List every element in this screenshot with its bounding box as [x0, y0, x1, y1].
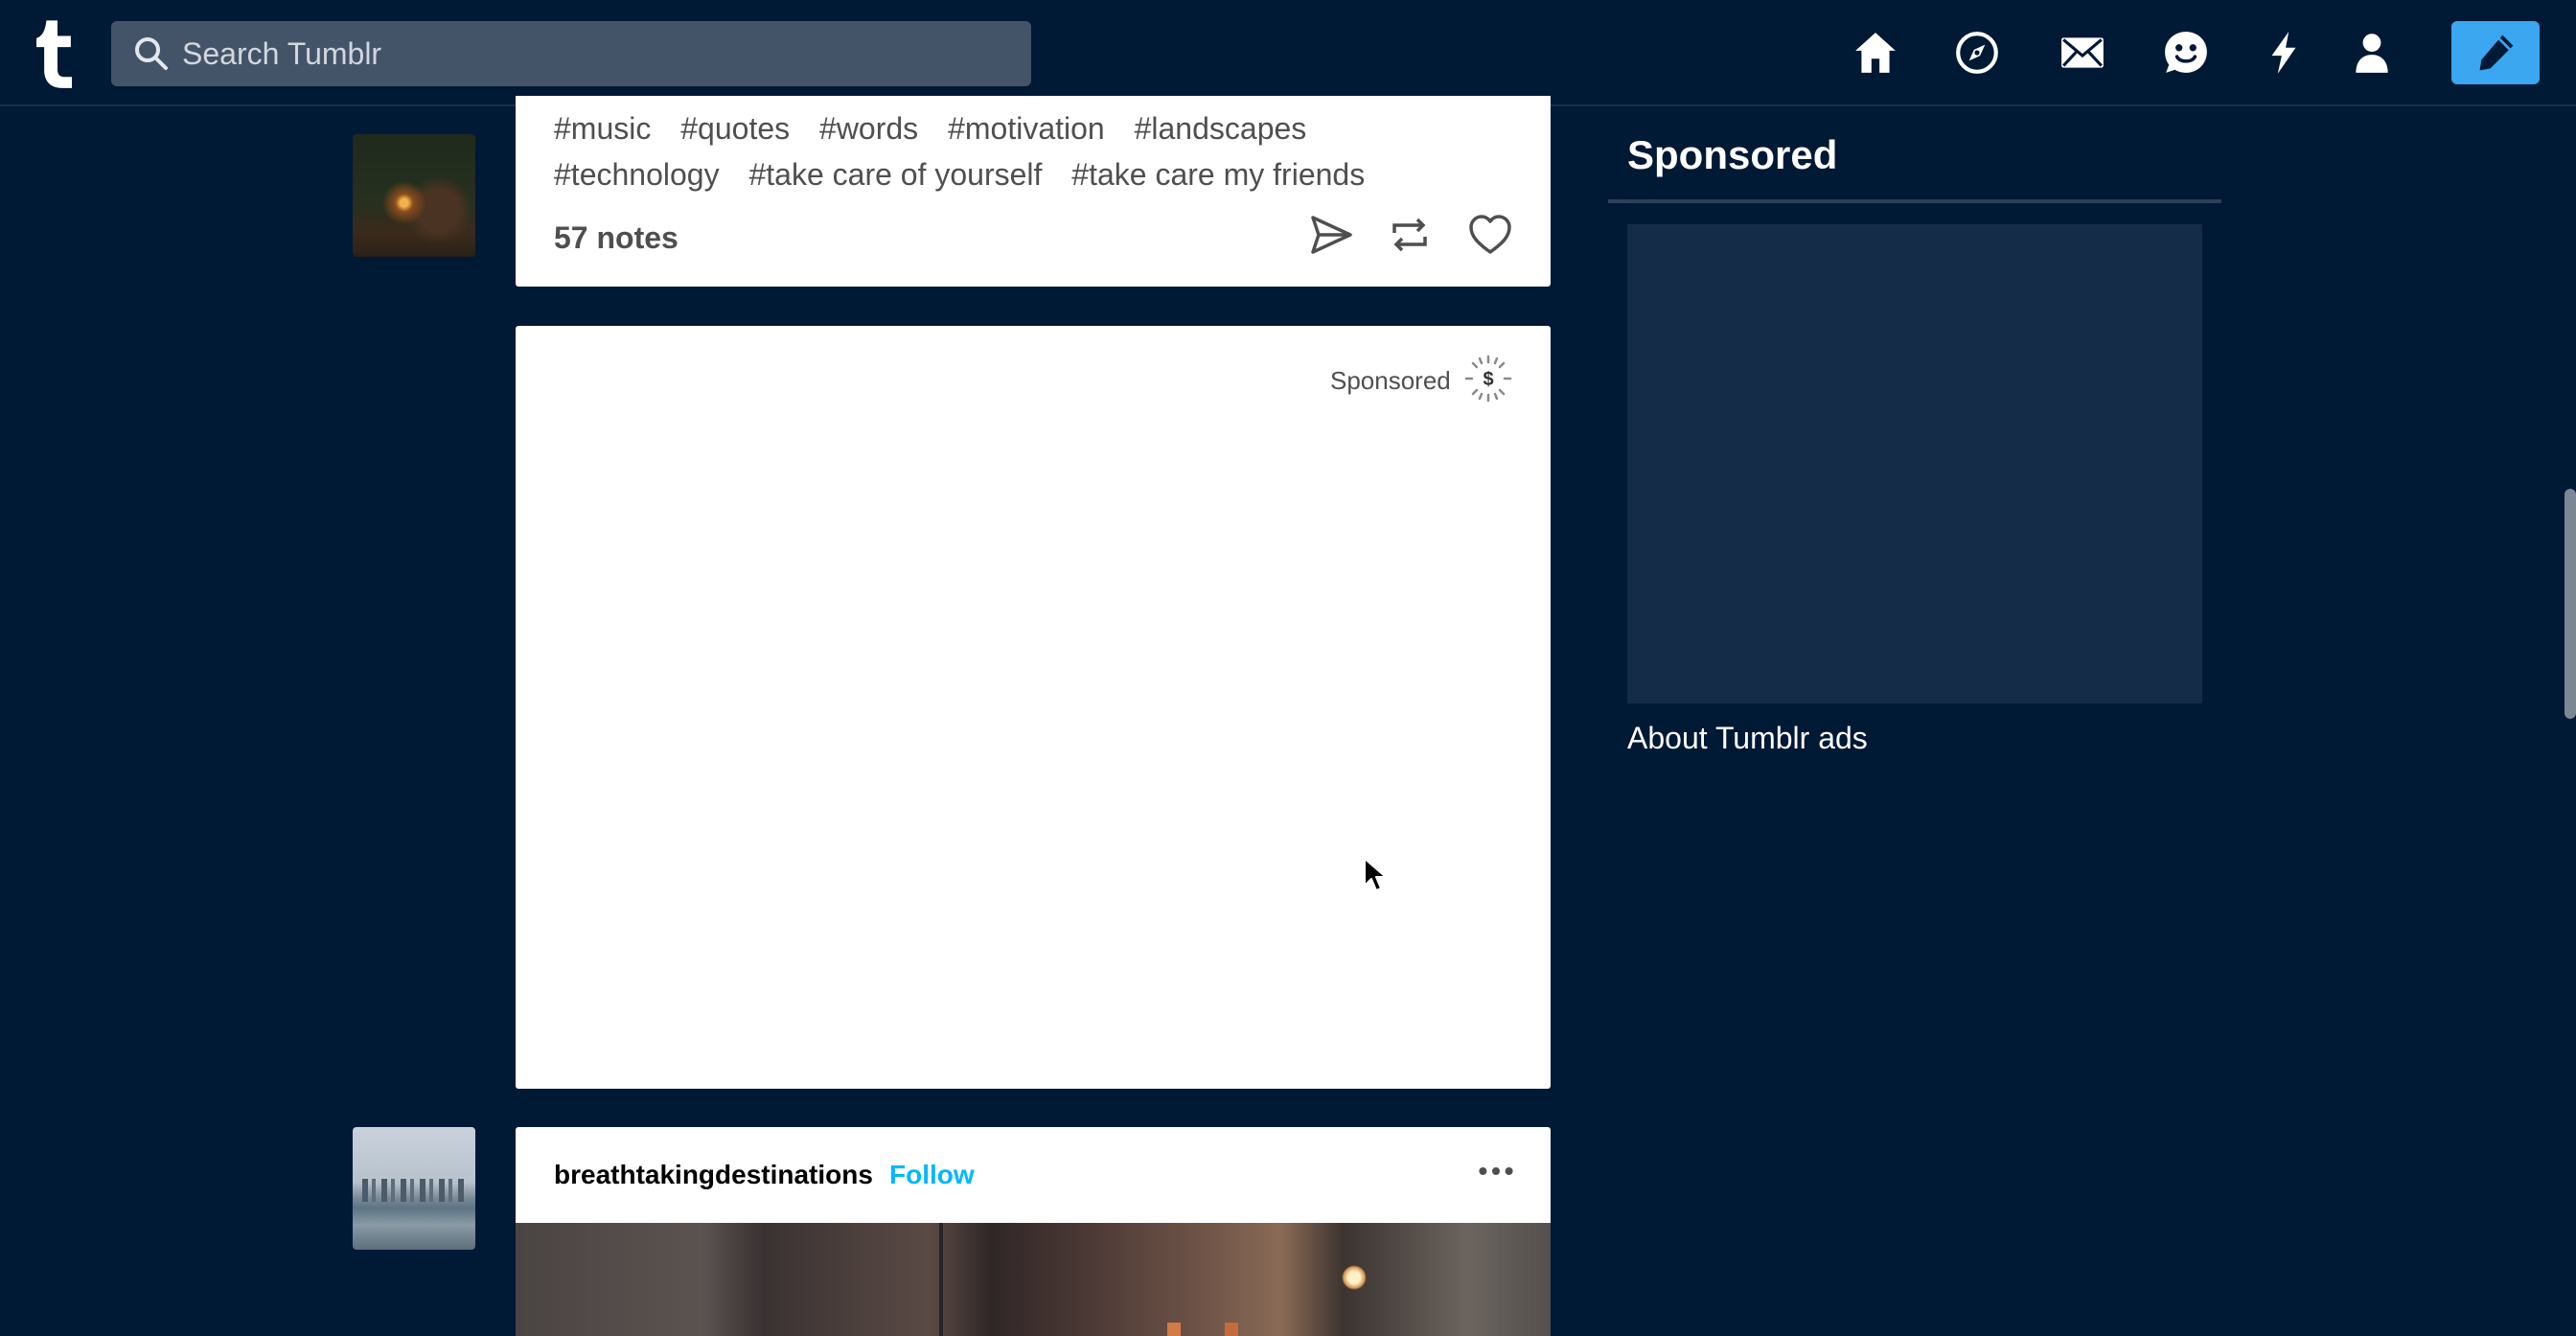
- sponsored-post-card[interactable]: Sponsored $: [516, 326, 1551, 1089]
- tag-link[interactable]: #motivation: [948, 111, 1105, 146]
- account-icon[interactable]: [2344, 25, 2400, 81]
- explore-icon[interactable]: [1949, 25, 2005, 81]
- tag-link[interactable]: #technology: [554, 157, 720, 192]
- search-input[interactable]: [182, 35, 1006, 72]
- home-icon[interactable]: [1848, 25, 1903, 81]
- tag-link[interactable]: #take care my friends: [1071, 157, 1365, 192]
- compose-post-button[interactable]: [2451, 21, 2540, 84]
- post-tags: #music #quotes #words #motivation #lands…: [554, 105, 1512, 197]
- follow-button[interactable]: Follow: [889, 1160, 975, 1190]
- search-bar[interactable]: [111, 21, 1031, 86]
- tag-link[interactable]: #quotes: [680, 111, 790, 146]
- about-ads-link[interactable]: About Tumblr ads: [1627, 721, 1868, 756]
- sidebar-ad-slot[interactable]: [1627, 224, 2202, 703]
- blog-avatar[interactable]: [353, 134, 475, 257]
- sponsored-label: Sponsored: [1330, 366, 1451, 395]
- tag-link[interactable]: #take care of yourself: [748, 157, 1042, 192]
- like-icon[interactable]: [1464, 209, 1516, 261]
- sponsored-badge-icon[interactable]: $: [1464, 355, 1512, 403]
- blog-name-link[interactable]: breathtakingdestinations: [554, 1160, 873, 1190]
- tag-link[interactable]: #landscapes: [1135, 111, 1307, 146]
- blog-avatar[interactable]: [353, 1127, 475, 1250]
- scrollbar-thumb[interactable]: [2564, 489, 2576, 719]
- top-navigation-bar: [0, 0, 2576, 106]
- mouse-cursor-icon: [1364, 858, 1387, 891]
- post-image[interactable]: [516, 1223, 1551, 1336]
- tag-link[interactable]: #words: [819, 111, 918, 146]
- share-icon[interactable]: [1305, 209, 1357, 261]
- post-card: breathtakingdestinations Follow: [516, 1127, 1551, 1336]
- inbox-icon[interactable]: [2055, 25, 2110, 81]
- pencil-icon: [2479, 35, 2514, 71]
- sidebar-divider: [1608, 199, 2221, 203]
- sidebar-sponsored-title: Sponsored: [1627, 132, 1838, 177]
- tag-link[interactable]: #music: [554, 111, 651, 146]
- svg-text:$: $: [1483, 369, 1493, 390]
- messaging-icon[interactable]: [2158, 25, 2214, 81]
- activity-icon[interactable]: [2256, 25, 2312, 81]
- tumblr-logo-icon[interactable]: [29, 17, 86, 90]
- post-card: #music #quotes #words #motivation #lands…: [516, 96, 1551, 287]
- search-icon: [135, 37, 168, 70]
- reblog-icon[interactable]: [1384, 209, 1436, 261]
- notes-count[interactable]: 57 notes: [554, 220, 678, 256]
- more-options-icon[interactable]: [1472, 1154, 1520, 1188]
